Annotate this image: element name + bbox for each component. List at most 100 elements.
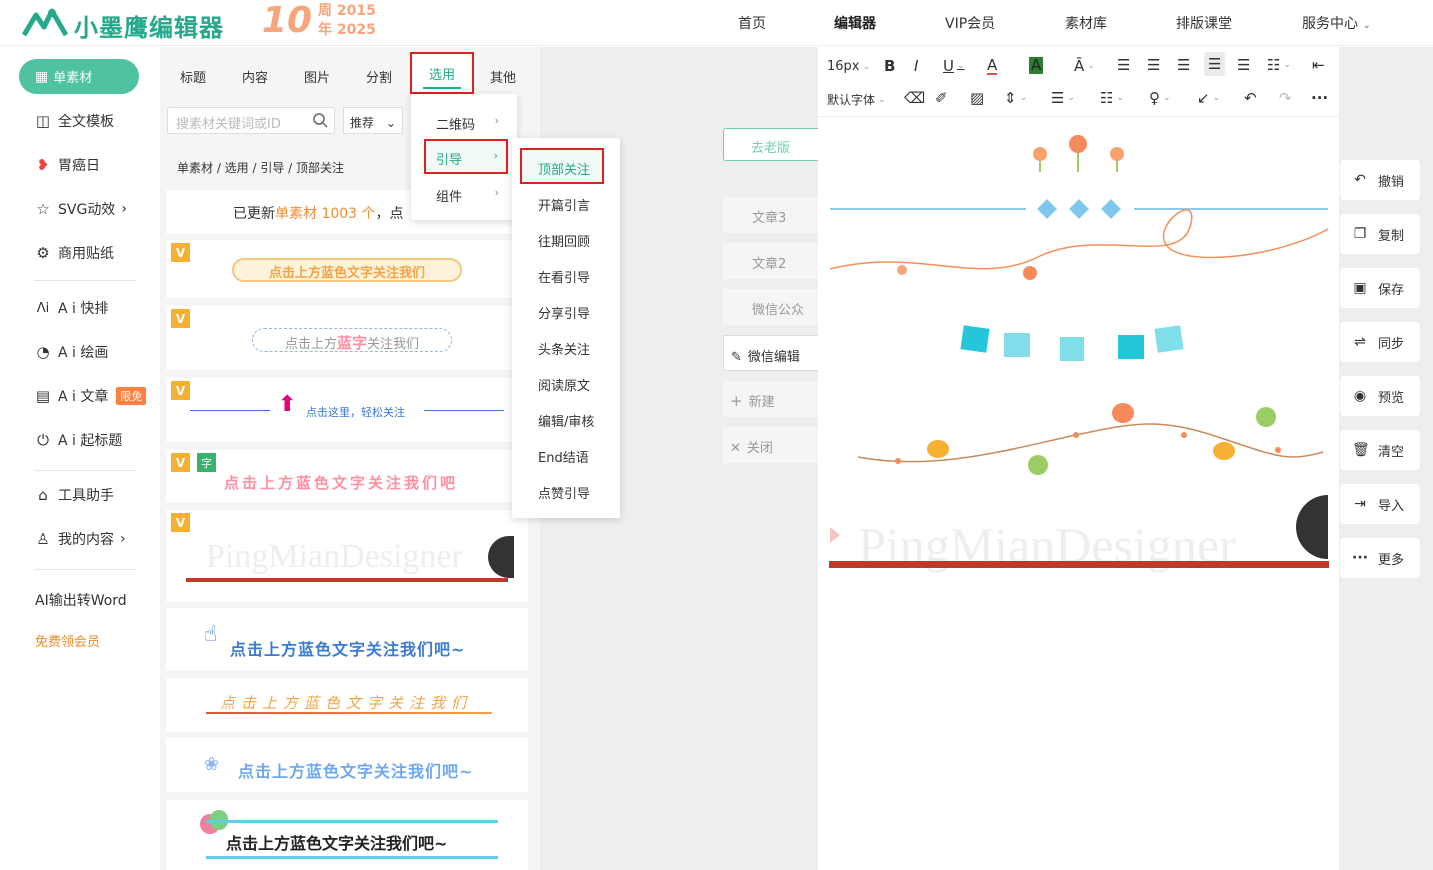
tab-title[interactable]: 标题	[180, 67, 206, 86]
undo-icon[interactable]: ↶	[1244, 89, 1257, 107]
doc-tab[interactable]: 微信公众	[723, 289, 819, 325]
underline-icon[interactable]: U ⌄	[943, 57, 965, 75]
tab-select[interactable]: 选用	[410, 52, 474, 94]
old-version-button[interactable]: 去老版	[723, 128, 819, 161]
sort-select[interactable]: 推荐 ⌄	[343, 107, 403, 134]
image-icon[interactable]: ▨	[970, 89, 984, 107]
tab-divider[interactable]: 分割	[366, 67, 392, 86]
doc-tab-current[interactable]: ✎ 微信编辑	[723, 335, 819, 371]
material-card[interactable]: V ⬆ 点击这里，轻松关注	[166, 378, 528, 442]
sync-button[interactable]: ⇌ 同步	[1340, 322, 1420, 362]
material-card[interactable]: ❀ 点击上方蓝色文字关注我们吧~	[166, 738, 528, 792]
list-icon[interactable]: ☷ ⌄	[1100, 89, 1124, 107]
sidebar-item-ai-word[interactable]: AI输出转Word	[35, 589, 127, 611]
bold-icon[interactable]: B	[884, 57, 895, 75]
nav-service[interactable]: 服务中心 ⌄	[1302, 13, 1371, 33]
save-button[interactable]: ▣ 保存	[1340, 268, 1420, 308]
more-button[interactable]: ··· 更多	[1340, 538, 1420, 578]
nav-vip[interactable]: VIP会员	[945, 13, 995, 33]
format-brush-icon[interactable]: ✐	[935, 89, 948, 107]
material-card[interactable]: V PingMianDesigner	[166, 510, 528, 602]
more-icon: ···	[1352, 550, 1368, 566]
menu-item-component[interactable]: 组件 ›	[411, 176, 517, 212]
sidebar-item-svg[interactable]: ☆ SVG动效 ›	[34, 198, 127, 220]
font-color-icon[interactable]: A	[987, 57, 998, 75]
left-sidebar: ▦ 单素材 ◫ 全文模板 ❥ 胃癌日 ☆ SVG动效 › ⚙ 商用贴纸 Λi A i 快排 …	[0, 47, 160, 870]
close-doc-button[interactable]: ✕ 关闭	[723, 427, 819, 463]
italic-icon[interactable]: I	[914, 57, 918, 75]
editor-canvas[interactable]: PingMianDesigner	[818, 47, 1339, 870]
nav-library[interactable]: 素材库	[1065, 13, 1107, 33]
logo-text[interactable]: 小墨鹰编辑器	[74, 8, 224, 43]
undo-button[interactable]: ↶ 撤销	[1340, 160, 1420, 200]
clear-button[interactable]: 🗑 清空	[1340, 430, 1420, 470]
star-icon: ☆	[36, 200, 50, 218]
menu-item-share[interactable]: 分享引导	[538, 303, 590, 322]
copy-button[interactable]: ❐ 复制	[1340, 214, 1420, 254]
doc-tab[interactable]: 文章2	[723, 243, 819, 279]
search-input[interactable]: 搜素材关键词或ID	[167, 107, 335, 134]
sidebar-item-single-material[interactable]: ▦ 单素材	[19, 59, 139, 94]
letter-spacing-icon[interactable]: Ā ⌄	[1074, 57, 1095, 75]
sidebar-item-tools[interactable]: ⌂ 工具助手	[34, 484, 114, 506]
menu-item-watching[interactable]: 在看引导	[538, 267, 590, 286]
collapse-icon[interactable]: ⇤	[1312, 56, 1325, 74]
indent-icon[interactable]: ☰	[1237, 56, 1250, 74]
menu-item-guide[interactable]: 引导 ›	[424, 139, 508, 174]
material-card[interactable]: V 点击上方蓝字关注我们	[166, 306, 528, 370]
menu-item-review[interactable]: 往期回顾	[538, 231, 590, 250]
menu-item-like[interactable]: 点赞引导	[538, 483, 590, 502]
flower-icon	[1033, 135, 1124, 172]
highlight-color-icon[interactable]: A	[1029, 57, 1044, 74]
material-card[interactable]: V 点击上方蓝色文字关注我们	[166, 240, 528, 298]
arrow-icon[interactable]: ↙ ⌄	[1197, 89, 1220, 107]
material-card[interactable]: V 字 点击上方蓝色文字关注我们吧	[166, 450, 528, 502]
preview-button[interactable]: ◉ 预览	[1340, 376, 1420, 416]
sidebar-item-ai-layout[interactable]: Λi A i 快排	[34, 297, 109, 319]
redo-icon[interactable]: ↷	[1279, 89, 1292, 107]
align-right-icon[interactable]: ☰	[1177, 56, 1190, 74]
new-doc-button[interactable]: + 新建	[723, 381, 819, 417]
puzzle-icon: ⚙	[36, 244, 50, 262]
sidebar-item-my-content[interactable]: ♙ 我的内容 ›	[34, 528, 125, 550]
divider-line-icon[interactable]: ☰ ⌄	[1051, 89, 1075, 107]
sidebar-item-topic[interactable]: ❥ 胃癌日	[34, 154, 100, 176]
font-family-select[interactable]: 默认字体 ⌄	[827, 91, 886, 108]
material-card[interactable]: 点击上方蓝色文字关注我们吧~	[166, 800, 528, 870]
doc-tab[interactable]: 文章3	[723, 197, 819, 233]
sidebar-item-templates[interactable]: ◫ 全文模板	[34, 110, 114, 132]
nav-class[interactable]: 排版课堂	[1176, 13, 1232, 33]
material-card[interactable]: ☝ 点击上方蓝色文字关注我们吧~	[166, 608, 528, 670]
tab-content[interactable]: 内容	[242, 67, 268, 86]
eraser-icon[interactable]: ⌫	[904, 89, 925, 107]
menu-item-read-more[interactable]: 阅读原文	[538, 375, 590, 394]
import-button[interactable]: ⇥ 导入	[1340, 484, 1420, 524]
align-justify-icon[interactable]: ☰	[1204, 52, 1226, 76]
grid-icon: ▦	[35, 68, 49, 85]
sidebar-item-ai-article[interactable]: ▤ A i 文章 限免	[34, 385, 147, 407]
more-icon[interactable]: ···	[1311, 89, 1328, 107]
align-center-icon[interactable]: ☰	[1147, 56, 1160, 74]
tab-image[interactable]: 图片	[304, 67, 330, 86]
align-left-icon[interactable]: ☰	[1117, 56, 1130, 74]
tab-other[interactable]: 其他	[490, 67, 516, 86]
menu-item-qrcode[interactable]: 二维码 ›	[411, 104, 517, 140]
menu-item-editor-review[interactable]: 编辑/审核	[538, 411, 594, 430]
font-size-select[interactable]: 16px ⌄	[827, 59, 870, 74]
sidebar-item-stickers[interactable]: ⚙ 商用贴纸	[34, 242, 114, 264]
free-vip-link[interactable]: 免费领会员	[35, 629, 100, 651]
menu-item-top-follow[interactable]: 顶部关注	[520, 148, 604, 184]
lightbulb-icon[interactable]: ♀ ⌄	[1149, 89, 1171, 107]
menu-item-headline[interactable]: 头条关注	[538, 339, 590, 358]
material-card[interactable]: 点击上方蓝色文字关注我们	[166, 678, 528, 732]
menu-item-end[interactable]: End结语	[538, 447, 589, 466]
menu-item-intro[interactable]: 开篇引言	[538, 195, 590, 214]
nav-editor[interactable]: 编辑器	[834, 13, 876, 33]
nav-home[interactable]: 首页	[738, 13, 766, 33]
vip-tag: V	[171, 309, 190, 328]
chevron-right-icon: ›	[121, 201, 127, 217]
sidebar-item-ai-title[interactable]: ⏻ A i 起标题	[34, 429, 122, 451]
line-height-icon[interactable]: ☷ ⌄	[1267, 56, 1291, 74]
paragraph-spacing-icon[interactable]: ⇕ ⌄	[1004, 89, 1027, 107]
sidebar-item-ai-draw[interactable]: ◔ A i 绘画	[34, 341, 108, 363]
